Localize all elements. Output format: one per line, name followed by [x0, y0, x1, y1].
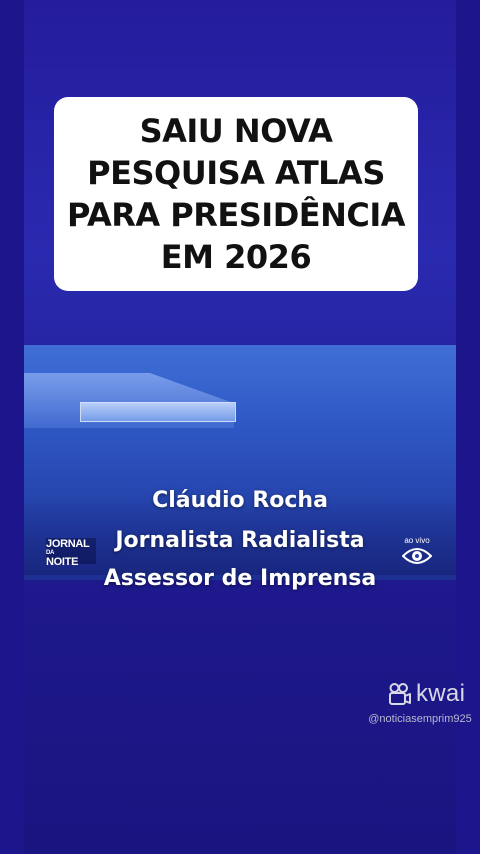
kwai-brand: kwai: [416, 680, 466, 707]
caption-title: Assessor de Imprensa: [103, 566, 377, 591]
left-side-band: [0, 0, 24, 854]
author-handle: @noticiasemprim925: [368, 713, 472, 725]
headline-line-2: PESQUISA ATLAS: [87, 154, 385, 192]
caption-role: Jornalista Radialista: [115, 528, 365, 553]
studio-glass-bar: [80, 402, 236, 422]
headline-card: SAIU NOVA PESQUISA ATLAS PARA PRESIDÊNCI…: [54, 97, 418, 291]
headline-line-3: PARA PRESIDÊNCIA: [66, 196, 406, 234]
kwai-watermark: kwai: [388, 681, 465, 707]
kwai-camera-icon: [389, 683, 411, 705]
headline-line-1: SAIU NOVA: [139, 112, 333, 150]
headline-line-4: EM 2026: [160, 238, 312, 276]
caption-name: Cláudio Rocha: [152, 488, 328, 513]
